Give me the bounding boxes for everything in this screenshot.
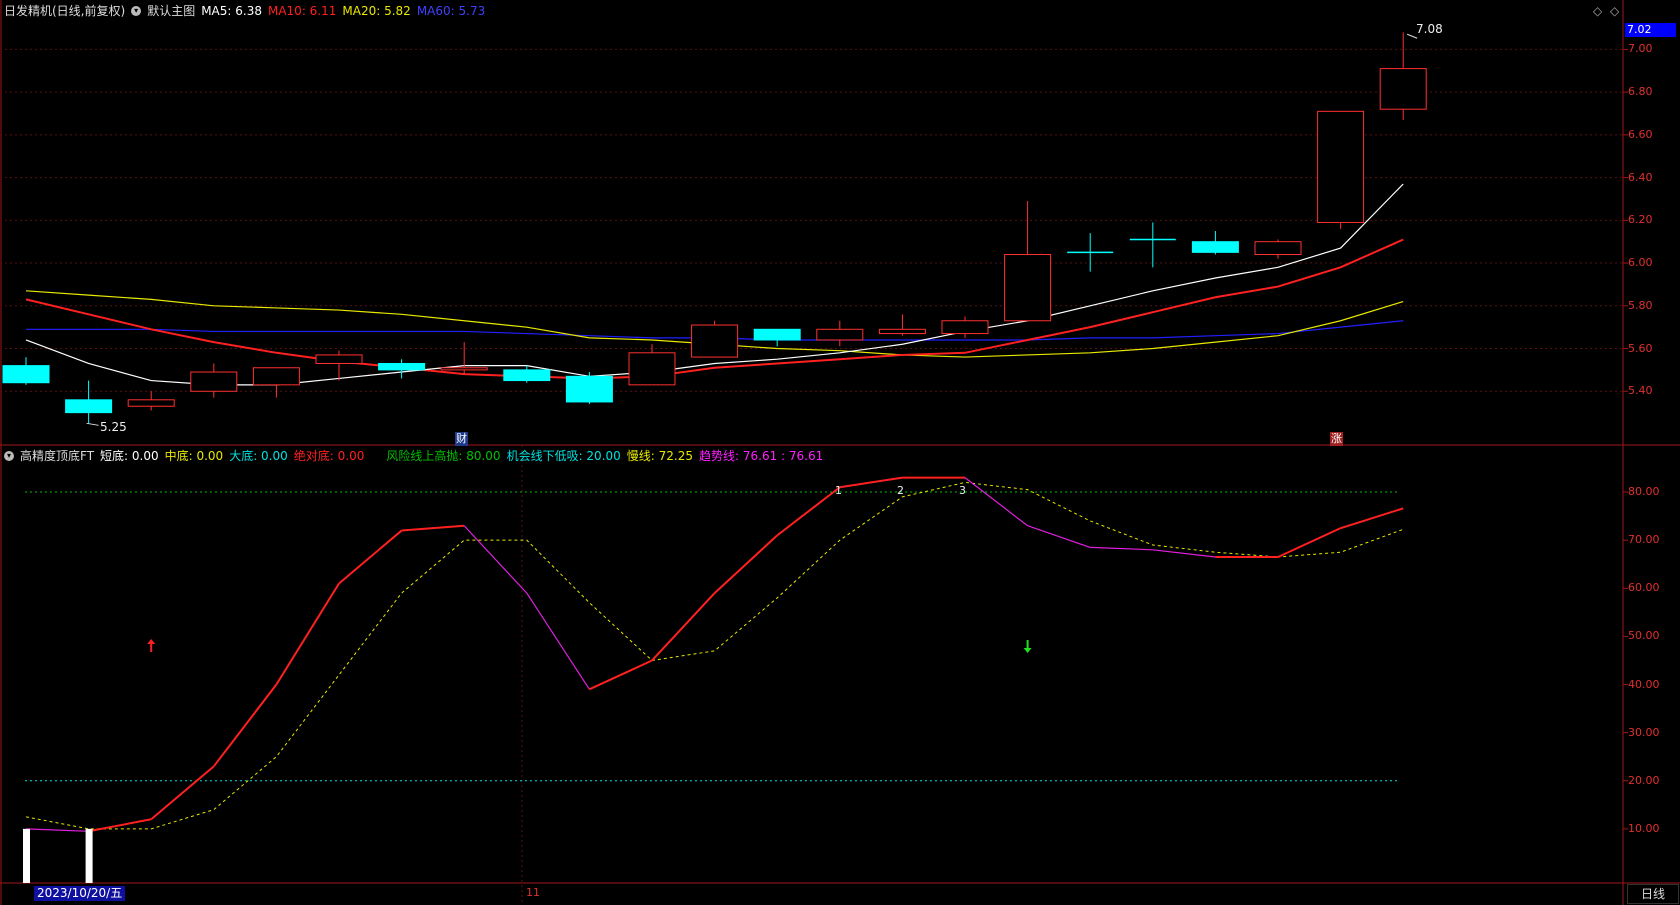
- short-bottom-bar: [23, 828, 30, 883]
- candle-body: [878, 328, 926, 335]
- indicator-tick-label: 20.00: [1628, 773, 1660, 787]
- trend-segment: [1340, 507, 1404, 530]
- date-cursor-label: 2023/10/20/五: [34, 886, 126, 901]
- settings-icon[interactable]: ▾: [131, 6, 142, 16]
- candle-body: [440, 367, 488, 371]
- price-tick-label: 6.20: [1628, 213, 1653, 227]
- candle-body: [1379, 68, 1427, 110]
- trend-segment: [1027, 525, 1091, 548]
- trend-segment: [713, 534, 778, 594]
- price-tick-label: 7.00: [1628, 42, 1653, 56]
- trend-segment: [275, 582, 340, 686]
- trend-segment: [839, 476, 903, 489]
- price-tick-label: 5.80: [1628, 298, 1653, 312]
- buy-arrow-icon: [147, 639, 156, 653]
- month-label: 11: [526, 886, 540, 899]
- wave-label-1: 1: [835, 484, 842, 497]
- trend-segment: [1090, 546, 1153, 551]
- candle-body: [1191, 241, 1239, 253]
- trend-segment: [88, 818, 152, 833]
- indicator-tick-label: 80.00: [1628, 485, 1660, 499]
- candle-body: [315, 354, 363, 364]
- limit-up-marker[interactable]: 涨: [1330, 432, 1343, 446]
- trend-segment: [651, 592, 716, 662]
- wave-label-3: 3: [959, 484, 966, 497]
- wave-label-2: 2: [897, 484, 904, 497]
- candle-body: [378, 362, 426, 371]
- trend-segment: [150, 765, 215, 821]
- price-tick-label: 6.40: [1628, 170, 1653, 184]
- trend-segment: [463, 525, 528, 594]
- candle-body: [65, 399, 113, 414]
- price-tick-label: 6.80: [1628, 85, 1653, 99]
- diamond-icon[interactable]: ◇: [1593, 4, 1602, 18]
- trend-segment: [964, 477, 1028, 527]
- ind-chance-line: 机会线下低吸: 20.00: [506, 449, 621, 463]
- trend-segment: [526, 592, 590, 690]
- indicator-tick-label: 50.00: [1628, 629, 1660, 643]
- main-chart-header: 日发精机(日线,前复权) ▾ 默认主图 MA5: 6.38 MA10: 6.11…: [4, 3, 491, 19]
- candle-body: [691, 324, 739, 358]
- indicator-tick-label: 30.00: [1628, 725, 1660, 739]
- ma20-value: MA20: 5.82: [342, 4, 411, 18]
- candle-body: [565, 375, 613, 403]
- trend-segment: [213, 683, 278, 767]
- ind-risk-line: 风险线上高抛: 80.00: [386, 449, 501, 463]
- ind-short-bottom: 短底: 0.00: [100, 449, 159, 463]
- ma60-value: MA60: 5.73: [416, 4, 486, 18]
- candle-body: [941, 320, 989, 335]
- sell-arrow-icon: [1023, 640, 1032, 654]
- ma10-line: [25, 238, 1404, 380]
- indicator-header: ▾ 高精度顶底FT 短底: 0.00 中底: 0.00 大底: 0.00 绝对底…: [4, 448, 829, 464]
- candle-body: [252, 367, 300, 386]
- ind-mid-bottom: 中底: 0.00: [164, 449, 224, 463]
- candle-body: [2, 365, 50, 384]
- price-tick-label: 5.40: [1628, 384, 1653, 398]
- low-price-label: 5.25: [100, 420, 127, 434]
- candle-body: [1254, 241, 1302, 256]
- candle-body: [1004, 254, 1052, 322]
- finance-marker[interactable]: 财: [455, 432, 468, 446]
- trend-segment: [338, 529, 403, 585]
- candle-body: [628, 352, 676, 386]
- indicator-settings-icon[interactable]: ▾: [4, 451, 14, 461]
- slow-line: [25, 481, 1404, 830]
- low-pointer: [86, 422, 99, 426]
- candle-body: [190, 371, 238, 392]
- trend-segment: [588, 659, 653, 691]
- main-chart-label[interactable]: 默认主图: [147, 3, 195, 19]
- stock-title: 日发精机(日线,前复权): [4, 4, 126, 18]
- candle-body: [127, 399, 175, 407]
- short-bottom-bar: [85, 828, 93, 883]
- period-button[interactable]: 日线: [1627, 884, 1679, 904]
- trend-segment: [776, 486, 841, 537]
- diamond-icon-2[interactable]: ◇: [1610, 4, 1619, 18]
- indicator-tick-label: 60.00: [1628, 581, 1660, 595]
- trend-segment: [401, 524, 465, 532]
- trend-segment: [25, 828, 89, 832]
- ma5-value: MA5: 6.38: [201, 4, 262, 18]
- candle-body: [816, 328, 864, 341]
- price-tick-label: 6.60: [1628, 127, 1653, 141]
- price-tick-label: 5.60: [1628, 341, 1653, 355]
- ind-trend-line: 趋势线: 76.61 : 76.61: [699, 449, 824, 463]
- indicator-tick-label: 10.00: [1628, 821, 1660, 835]
- candle-body: [1317, 110, 1365, 223]
- candle-body: [753, 328, 801, 341]
- indicator-tick-label: 70.00: [1628, 533, 1660, 547]
- ind-big-bottom: 大底: 0.00: [229, 449, 288, 463]
- price-tick-label: 6.00: [1628, 256, 1653, 270]
- current-price-box: 7.02: [1625, 23, 1676, 37]
- ma10-value: MA10: 6.11: [267, 4, 337, 18]
- ind-slow-line: 慢线: 72.25: [626, 449, 693, 463]
- high-price-label: 7.08: [1416, 22, 1443, 36]
- indicator-tick-label: 40.00: [1628, 677, 1660, 691]
- candle-body: [503, 369, 551, 382]
- indicator-name[interactable]: 高精度顶底FT: [20, 448, 94, 464]
- ind-absolute-bottom: 绝对底: 0.00: [293, 449, 365, 463]
